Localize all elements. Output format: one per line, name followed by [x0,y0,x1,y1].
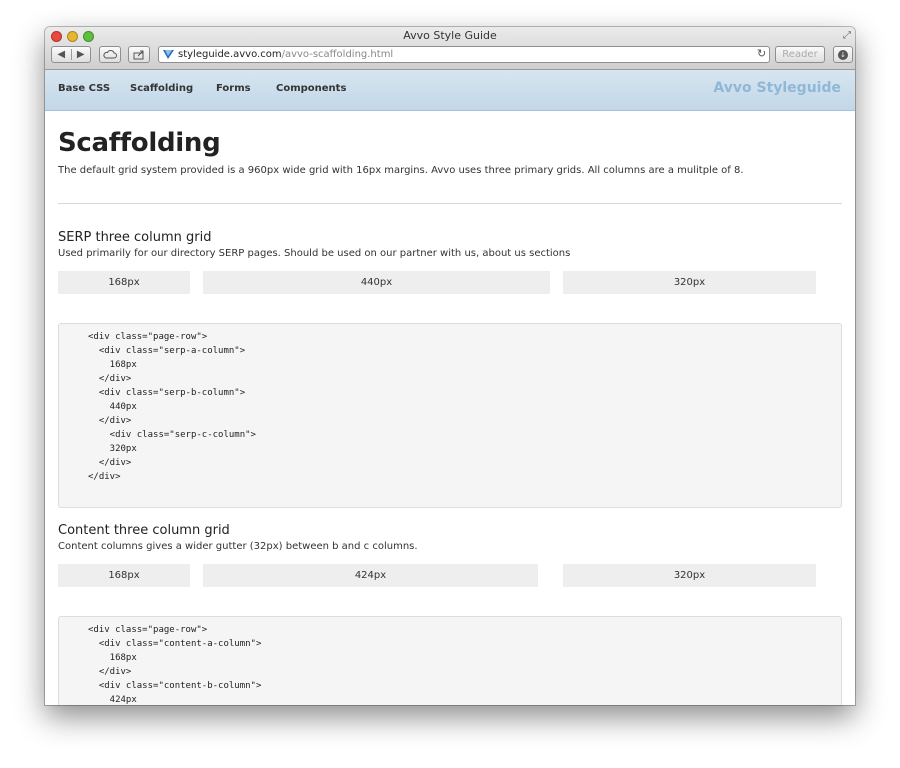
nav-item-forms[interactable]: Forms [216,83,251,94]
brand-logo-text[interactable]: Avvo Styleguide [713,80,841,96]
nav-item-scaffolding[interactable]: Scaffolding [130,83,193,94]
avvo-favicon-icon [163,50,174,59]
share-button[interactable] [128,46,150,63]
section-desc-content: Content columns gives a wider gutter (32… [58,541,418,552]
code-line: </div> [88,667,132,677]
section-title-content: Content three column grid [58,523,230,538]
reload-icon[interactable]: ↻ [757,47,766,60]
browser-chrome: Avvo Style Guide ⤢ ◀ ▶ styleguide.avvo.c… [45,27,855,70]
grid-column-a: 168px [58,271,190,294]
download-icon: ↓ [838,49,848,60]
code-line: <div class="serp-c-column"> [88,430,256,440]
code-line: 424px [88,695,137,705]
cloud-icon [103,50,117,59]
browser-toolbar: ◀ ▶ styleguide.avvo.com/avvo-scaffolding… [51,46,853,64]
share-icon [133,50,144,59]
grid-column-c: 320px [563,271,816,294]
code-line: <div class="content-b-column"> [88,681,262,691]
code-line: <div class="serp-a-column"> [88,346,246,356]
code-line: <div class="page-row"> [88,332,208,342]
fullscreen-icon[interactable]: ⤢ [843,30,851,41]
section-title-serp: SERP three column grid [58,230,212,245]
code-line: <div class="serp-b-column"> [88,388,246,398]
nav-item-base-css[interactable]: Base CSS [58,83,110,94]
downloads-button[interactable]: ↓ [833,46,853,63]
code-block-serp: <div class="page-row"> <div class="serp-… [58,323,842,508]
section-desc-serp: Used primarily for our directory SERP pa… [58,248,571,259]
back-forward-buttons: ◀ ▶ [51,46,91,63]
icloud-tabs-button[interactable] [99,46,121,63]
code-line: 320px [88,444,137,454]
nav-item-components[interactable]: Components [276,83,346,94]
code-line: </div> [88,458,132,468]
code-line: </div> [88,472,121,482]
url-domain: styleguide.avvo.com [178,49,282,60]
grid-column-b: 424px [203,564,538,587]
grid-column-b: 440px [203,271,550,294]
reader-button[interactable]: Reader [775,46,825,63]
site-navbar: Base CSS Scaffolding Forms Components Av… [45,70,855,111]
code-line: 168px [88,360,137,370]
window-title: Avvo Style Guide [403,29,497,42]
code-line: </div> [88,374,132,384]
divider [58,203,842,204]
grid-column-a: 168px [58,564,190,587]
url-path: /avvo-scaffolding.html [281,49,394,60]
grid-column-c: 320px [563,564,816,587]
browser-window: Avvo Style Guide ⤢ ◀ ▶ styleguide.avvo.c… [45,27,855,705]
page-intro: The default grid system provided is a 96… [58,165,744,176]
code-line: <div class="page-row"> [88,625,208,635]
back-icon[interactable]: ◀ [52,49,71,60]
code-line: <div class="content-a-column"> [88,639,262,649]
code-line: </div> [88,416,132,426]
address-bar[interactable]: styleguide.avvo.com/avvo-scaffolding.htm… [158,46,770,63]
forward-icon[interactable]: ▶ [70,49,91,60]
page-title: Scaffolding [58,128,221,158]
code-line: 440px [88,402,137,412]
code-block-content: <div class="page-row"> <div class="conte… [58,616,842,705]
code-line: 168px [88,653,137,663]
